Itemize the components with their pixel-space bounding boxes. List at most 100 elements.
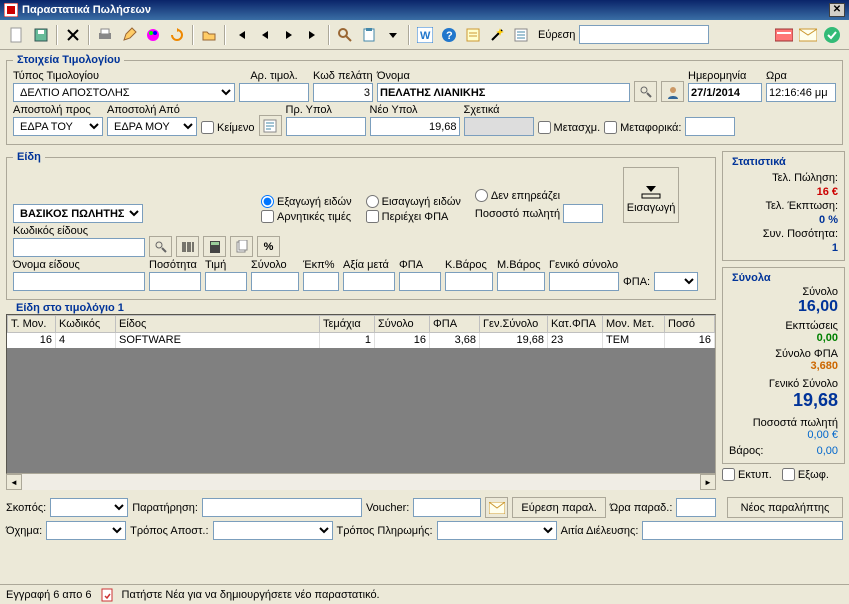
voucher-input[interactable] — [413, 498, 481, 517]
barcode-icon[interactable] — [176, 236, 199, 257]
paymethod-select[interactable] — [437, 521, 557, 540]
text-checkbox[interactable] — [201, 121, 214, 134]
close-button[interactable]: ✕ — [829, 3, 845, 17]
custcode-input[interactable] — [313, 83, 373, 102]
mweight-input[interactable] — [497, 272, 545, 291]
time-input[interactable] — [766, 83, 836, 102]
prevbal-input[interactable] — [286, 117, 366, 136]
name-label: Όνομα — [377, 70, 630, 82]
app-icon — [4, 3, 18, 17]
print-icon[interactable] — [94, 24, 116, 46]
mail-voucher-icon[interactable] — [485, 497, 508, 518]
name-input[interactable] — [377, 83, 630, 102]
list-icon[interactable] — [510, 24, 532, 46]
invoice-details: Στοιχεία Τιμολογίου Τύπος Τιμολογίου ΔΕΛ… — [6, 54, 843, 145]
stats-panel: Στατιστικά Τελ. Πώληση: 16 € Τελ. Έκπτωσ… — [722, 151, 845, 261]
lookup-item-icon[interactable] — [149, 236, 172, 257]
shipfrom-select[interactable]: ΕΔΡΑ ΜΟΥ — [107, 117, 197, 136]
clipboard-icon[interactable] — [358, 24, 380, 46]
metaf-input[interactable] — [685, 117, 735, 136]
horizontal-scrollbar[interactable]: ◄ ► — [6, 474, 716, 490]
items-grid[interactable]: Τ. Μον. Κωδικός Είδος Τεμάχια Σύνολο ΦΠΑ… — [6, 314, 716, 474]
color-icon[interactable] — [142, 24, 164, 46]
card-icon[interactable] — [773, 24, 795, 46]
passreason-input[interactable] — [642, 521, 843, 540]
dropdown-icon[interactable] — [382, 24, 404, 46]
type-select[interactable]: ΔΕΛΤΙΟ ΑΠΟΣΤΟΛΗΣ — [13, 83, 235, 102]
date-input[interactable] — [688, 83, 762, 102]
newbal-input[interactable] — [370, 117, 460, 136]
first-icon[interactable] — [230, 24, 252, 46]
window-title: Παραστατικά Πωλήσεων — [22, 4, 151, 16]
export-radio[interactable] — [261, 195, 274, 208]
sellerpct-input[interactable] — [563, 204, 603, 223]
word-icon[interactable]: W — [414, 24, 436, 46]
qty-input[interactable] — [149, 272, 201, 291]
scroll-left-icon[interactable]: ◄ — [6, 474, 22, 490]
new-recv-button[interactable]: Νέος παραλήπτης — [727, 497, 843, 518]
note-icon[interactable] — [462, 24, 484, 46]
search-input[interactable] — [579, 25, 709, 44]
new-icon[interactable] — [6, 24, 28, 46]
purpose-select[interactable] — [50, 498, 128, 517]
table-row[interactable]: 16 4 SOFTWARE 1 16 3,68 19,68 23 TEM 16 — [8, 333, 715, 348]
delete-icon[interactable] — [62, 24, 84, 46]
shipto-select[interactable]: ΕΔΡΑ ΤΟΥ — [13, 117, 103, 136]
hint-icon — [100, 588, 114, 602]
refresh-icon[interactable] — [166, 24, 188, 46]
help-icon[interactable]: ? — [438, 24, 460, 46]
lookup-customer-icon[interactable] — [634, 81, 657, 102]
save-icon[interactable] — [30, 24, 52, 46]
gtotal-input[interactable] — [549, 272, 619, 291]
scroll-right-icon[interactable]: ► — [700, 474, 716, 490]
next-icon[interactable] — [278, 24, 300, 46]
metaf-checkbox[interactable] — [604, 121, 617, 134]
after-input[interactable] — [343, 272, 395, 291]
search-label: Εύρεση — [538, 29, 575, 41]
seller-select[interactable]: ΒΑΣΙΚΟΣ ΠΩΛΗΤΗΣ — [13, 204, 143, 223]
percent-icon[interactable]: % — [257, 236, 280, 257]
inclvat-checkbox[interactable] — [366, 210, 379, 223]
disc-input[interactable] — [303, 272, 339, 291]
price-input[interactable] — [205, 272, 247, 291]
clear-checkbox[interactable] — [782, 468, 795, 481]
vehicle-select[interactable] — [46, 521, 126, 540]
items-legend: Είδη — [13, 151, 45, 163]
shipmethod-select[interactable] — [213, 521, 333, 540]
calc-icon[interactable] — [203, 236, 226, 257]
metasx-checkbox[interactable] — [538, 121, 551, 134]
num-input[interactable] — [239, 83, 309, 102]
prev-icon[interactable] — [254, 24, 276, 46]
print-checkbox[interactable] — [722, 468, 735, 481]
note-input[interactable] — [202, 498, 362, 517]
itemname-input[interactable] — [13, 272, 145, 291]
titlebar: Παραστατικά Πωλήσεων ✕ — [0, 0, 849, 20]
last-icon[interactable] — [302, 24, 324, 46]
import-radio[interactable] — [366, 195, 379, 208]
wand-icon[interactable] — [486, 24, 508, 46]
record-status: Εγγραφή 6 απο 6 — [6, 589, 92, 601]
date-label: Ημερομηνία — [688, 70, 762, 82]
find-recv-button[interactable]: Εύρεση παραλ. — [512, 497, 605, 518]
kweight-input[interactable] — [445, 272, 493, 291]
shipto-label: Αποστολή προς — [13, 104, 103, 116]
none-radio[interactable] — [475, 189, 488, 202]
itemcode-input[interactable] — [13, 238, 145, 257]
metasx-label: Μετασχμ. — [554, 122, 601, 134]
import-button[interactable]: Εισαγωγή — [623, 167, 679, 223]
copy-icon[interactable] — [230, 236, 253, 257]
folder-icon[interactable] — [198, 24, 220, 46]
search-icon[interactable] — [334, 24, 356, 46]
totals-panel: Σύνολα Σύνολο 16,00 Εκπτώσεις 0,00 Σύνολ… — [722, 267, 845, 464]
text-edit-icon[interactable] — [259, 115, 282, 136]
person-icon[interactable] — [661, 81, 684, 102]
edit-icon[interactable] — [118, 24, 140, 46]
mail-icon[interactable] — [797, 24, 819, 46]
recvtime-input[interactable] — [676, 498, 716, 517]
total-input[interactable] — [251, 272, 299, 291]
neg-checkbox[interactable] — [261, 210, 274, 223]
invoice-legend: Στοιχεία Τιμολογίου — [13, 54, 124, 66]
vat-select[interactable] — [654, 272, 698, 291]
vat-input[interactable] — [399, 272, 441, 291]
ok-icon[interactable] — [821, 24, 843, 46]
